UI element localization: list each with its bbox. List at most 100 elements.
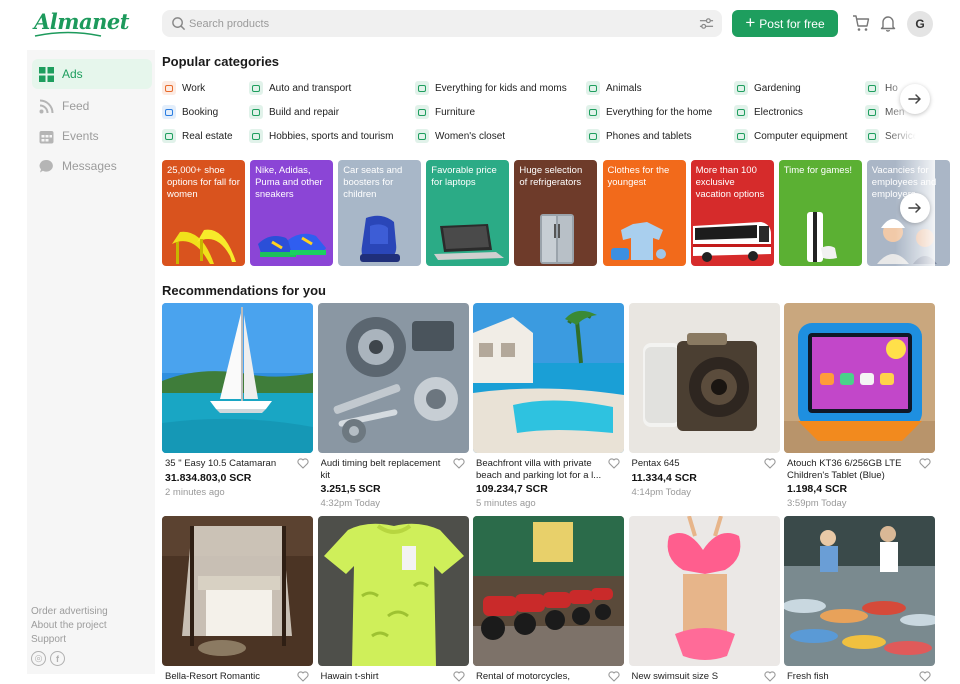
promo-banner[interactable]: More than 100 exclusive vacation options <box>690 160 774 266</box>
building-icon <box>162 129 176 143</box>
category-item[interactable]: Phones and tablets <box>586 128 692 144</box>
categories-next-button[interactable] <box>900 84 930 114</box>
category-item[interactable]: Furniture <box>415 104 475 120</box>
product-card[interactable]: Rental of motorcycles, <box>473 516 624 683</box>
camera-icon <box>734 105 748 119</box>
favorite-heart-icon[interactable] <box>919 458 931 469</box>
product-image[interactable] <box>784 303 935 453</box>
logo-swoosh <box>34 31 102 37</box>
laptop-image <box>434 224 505 260</box>
product-title[interactable]: Fresh fish <box>787 671 917 683</box>
product-title[interactable]: Atouch KT36 6/256GB LTE Children's Table… <box>787 458 917 481</box>
product-card[interactable]: Beachfront villa with private beach and … <box>473 303 624 509</box>
product-card[interactable]: Bella-Resort Romantic <box>162 516 313 683</box>
favorite-heart-icon[interactable] <box>297 671 309 682</box>
product-title[interactable]: Beachfront villa with private beach and … <box>476 458 606 481</box>
category-item[interactable]: Build and repair <box>249 104 339 120</box>
category-label: Booking <box>182 106 219 118</box>
category-item[interactable]: Real estate <box>162 128 233 144</box>
house-icon <box>865 81 879 95</box>
promo-text: Time for games! <box>783 165 852 176</box>
product-title[interactable]: Pentax 645 <box>632 458 762 470</box>
facebook-icon[interactable]: f <box>50 651 65 666</box>
support-link[interactable]: Support <box>31 633 108 647</box>
promo-banner[interactable]: Time for games! <box>778 160 862 266</box>
category-item[interactable]: Hobbies, sports and tourism <box>249 128 394 144</box>
sidebar-item-events[interactable]: Events <box>32 121 152 151</box>
sidebar-item-messages[interactable]: Messages <box>32 151 152 181</box>
favorite-heart-icon[interactable] <box>608 458 620 469</box>
product-card[interactable]: Fresh fish <box>784 516 935 683</box>
favorite-heart-icon[interactable] <box>919 671 931 682</box>
post-for-free-button[interactable]: + Post for free <box>732 10 838 37</box>
carseat-image <box>360 215 401 262</box>
category-item[interactable]: Work <box>162 80 205 96</box>
promo-banner[interactable]: 25,000+ shoe options for fall for women <box>162 160 245 266</box>
favorite-heart-icon[interactable] <box>763 458 776 469</box>
search-bar[interactable] <box>162 10 722 37</box>
favorite-heart-icon[interactable] <box>452 458 465 469</box>
order-advertising-link[interactable]: Order advertising <box>31 605 108 619</box>
instagram-icon[interactable]: ◎ <box>31 651 46 666</box>
category-item[interactable]: Everything for the home <box>586 104 712 120</box>
product-card[interactable]: Atouch KT36 6/256GB LTE Children's Table… <box>784 303 935 509</box>
sidebar-item-label: Ads <box>62 67 83 81</box>
product-image[interactable] <box>628 303 780 453</box>
car-icon <box>249 81 263 95</box>
promo-text: More than 100 exclusive vacation options <box>695 165 765 200</box>
category-item[interactable]: Everything for kids and moms <box>415 80 567 96</box>
favorite-heart-icon[interactable] <box>297 458 309 469</box>
product-image[interactable] <box>784 516 935 666</box>
promo-banner[interactable]: Clothes for the youngest <box>602 160 686 266</box>
sidebar-item-feed[interactable]: Feed <box>32 91 152 121</box>
cart-icon[interactable] <box>852 14 870 32</box>
favorite-heart-icon[interactable] <box>452 671 465 682</box>
product-card[interactable]: New swimsuit size S <box>628 516 780 683</box>
promo-banner[interactable]: Nike, Adidas, Puma and other sneakers <box>250 160 334 266</box>
promo-banner[interactable]: Huge selection of refrigerators <box>514 160 598 266</box>
category-item[interactable]: Animals <box>586 80 642 96</box>
product-image[interactable] <box>473 303 624 453</box>
sidebar-item-ads[interactable]: Ads <box>32 59 152 89</box>
category-label: Auto and transport <box>269 82 352 94</box>
product-image[interactable] <box>317 303 469 453</box>
category-item[interactable]: Booking <box>162 104 218 120</box>
product-title[interactable]: Rental of motorcycles, <box>476 671 606 683</box>
filter-icon[interactable] <box>699 16 714 31</box>
avatar[interactable]: G <box>907 11 933 37</box>
favorite-heart-icon[interactable] <box>608 671 620 682</box>
product-title[interactable]: Audi timing belt replacement kit <box>321 458 451 481</box>
category-item[interactable]: Electronics <box>734 104 803 120</box>
search-input[interactable] <box>189 14 669 33</box>
product-title[interactable]: Bella-Resort Romantic <box>165 671 295 683</box>
product-card[interactable]: Audi timing belt replacement kit 3.251,5 … <box>317 303 469 509</box>
catamaran-image <box>162 303 313 453</box>
product-time: 4:14pm Today <box>631 486 692 498</box>
product-card[interactable]: 35 " Easy 10.5 Catamaran 31.834.803,0 SCR… <box>162 303 313 498</box>
category-item[interactable]: Computer equipment <box>734 128 847 144</box>
sneakers-image <box>258 233 327 257</box>
product-image[interactable] <box>473 516 624 666</box>
promo-banner[interactable]: Car seats and boosters for children <box>338 160 422 266</box>
product-title[interactable]: Hawain t-shirt <box>321 671 451 683</box>
promo-banner[interactable]: Favorable price for laptops <box>426 160 510 266</box>
search-icon <box>172 17 186 31</box>
product-image[interactable] <box>317 516 469 666</box>
favorite-heart-icon[interactable] <box>763 671 776 682</box>
product-card[interactable]: Hawain t-shirt <box>317 516 469 683</box>
category-item[interactable]: Auto and transport <box>249 80 351 96</box>
product-image[interactable] <box>162 303 313 453</box>
product-image[interactable] <box>162 516 313 666</box>
product-image[interactable] <box>628 516 780 666</box>
promo-text: 25,000+ shoe options for fall for women <box>167 165 240 200</box>
category-label: Hobbies, sports and tourism <box>269 130 394 142</box>
product-title[interactable]: New swimsuit size S <box>632 671 762 683</box>
category-item[interactable]: Gardening <box>734 80 801 96</box>
bell-icon[interactable] <box>880 14 896 32</box>
category-item[interactable]: Women's closet <box>415 128 505 144</box>
wrench-icon <box>249 105 263 119</box>
about-project-link[interactable]: About the project <box>31 619 108 633</box>
product-title[interactable]: 35 " Easy 10.5 Catamaran <box>165 458 295 470</box>
sidebar: Ads Feed Events Messages Order advertisi… <box>27 50 155 674</box>
product-card[interactable]: Pentax 645 11.334,4 SCR 4:14pm Today <box>628 303 780 498</box>
